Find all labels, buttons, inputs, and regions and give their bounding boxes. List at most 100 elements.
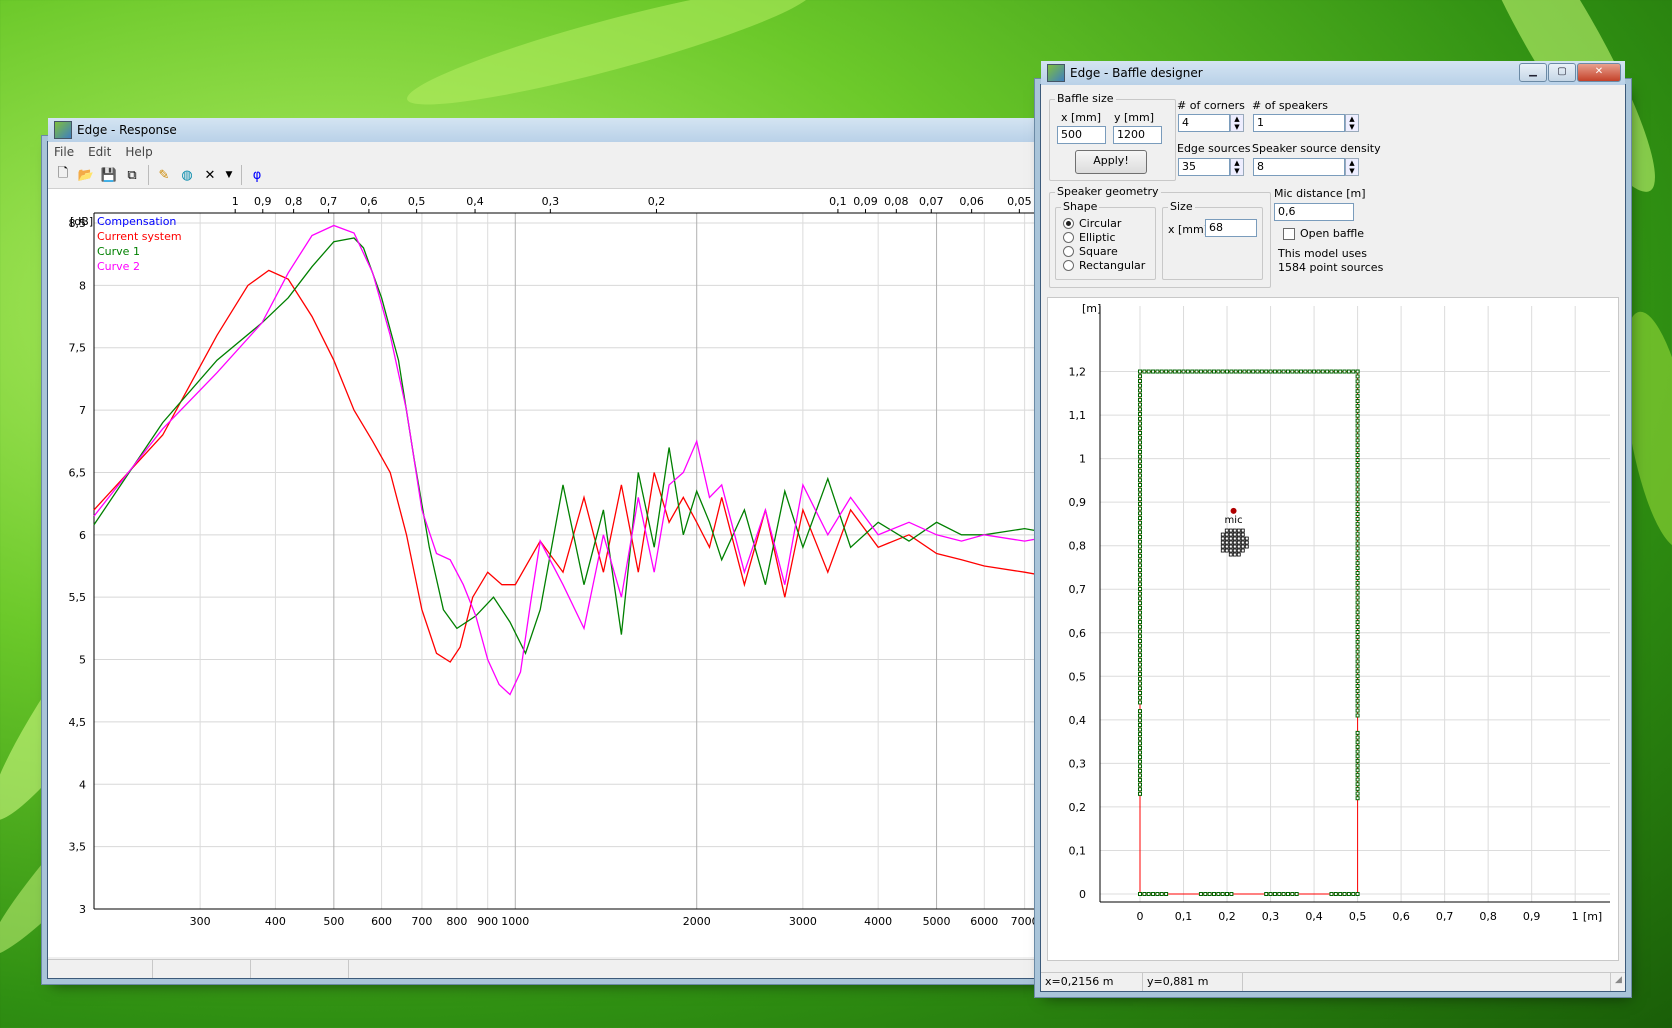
- size-group: Size: [1162, 200, 1263, 280]
- speakers-field[interactable]: 1: [1253, 114, 1345, 132]
- edge-source-point: [1342, 369, 1347, 374]
- edge-source-point: [1355, 620, 1360, 625]
- edge-source-point: [1290, 892, 1295, 896]
- menu-file[interactable]: File: [54, 145, 74, 159]
- edge-source-point: [1294, 369, 1299, 374]
- edge-source-point: [1355, 610, 1360, 615]
- y-tick-label: 8: [79, 279, 86, 292]
- baffle-controls: Baffle size x [mm] y [mm] 500 1200 Apply…: [1041, 85, 1625, 295]
- edge-source-point: [1138, 435, 1142, 440]
- edge-source-point: [1138, 374, 1142, 379]
- save-icon[interactable]: 💾: [98, 164, 120, 186]
- speakers-label: # of speakers: [1252, 99, 1329, 112]
- copy-icon[interactable]: ⧉: [121, 164, 143, 186]
- edge-sources-spinner[interactable]: ▲ ▼: [1230, 158, 1244, 176]
- mic-distance-field[interactable]: 0,6: [1274, 203, 1354, 221]
- size-x-field[interactable]: 68: [1205, 219, 1257, 237]
- caption-buttons: ▁ ▢ ✕: [1518, 63, 1621, 82]
- baffle-y-field[interactable]: 1200: [1113, 126, 1162, 144]
- shape-square-radio[interactable]: [1063, 246, 1074, 257]
- y-tick-label: 1,1: [1069, 409, 1087, 422]
- toolbar-separator: [241, 165, 242, 185]
- new-file-icon[interactable]: 🗋: [52, 164, 74, 186]
- speaker-source-point: [1240, 532, 1245, 537]
- open-baffle-checkbox[interactable]: [1283, 228, 1295, 240]
- edge-source-point: [1138, 643, 1142, 648]
- menu-edit[interactable]: Edit: [88, 145, 111, 159]
- y-tick-label: 0,2: [1069, 801, 1087, 814]
- edge-source-point: [1190, 369, 1195, 374]
- corners-spinner[interactable]: ▲ ▼: [1230, 114, 1244, 132]
- apply-button[interactable]: Apply!: [1075, 150, 1147, 174]
- phase-icon[interactable]: φ: [246, 164, 268, 186]
- x-unit-label: [m]: [1583, 910, 1602, 923]
- open-folder-icon[interactable]: 📂: [75, 164, 97, 186]
- minimize-icon[interactable]: ▁: [1519, 63, 1547, 82]
- model-info-line1: This model uses: [1278, 247, 1367, 260]
- edge-source-point: [1138, 629, 1142, 634]
- edge-source-point: [1138, 620, 1142, 625]
- y-tick-label: 0,1: [1069, 844, 1087, 857]
- edge-source-point: [1138, 530, 1142, 535]
- response-window-title: Edge - Response: [77, 123, 177, 137]
- draw-curve-icon[interactable]: ✎: [153, 164, 175, 186]
- edge-source-point: [1342, 892, 1347, 896]
- edge-source-point: [1138, 492, 1142, 497]
- edge-source-point: [1138, 586, 1142, 591]
- edge-source-point: [1355, 744, 1360, 749]
- shape-elliptic-radio[interactable]: [1063, 232, 1074, 243]
- speaker-source-point: [1232, 540, 1237, 545]
- y-tick-label: 0,7: [1069, 583, 1087, 596]
- edge-source-point: [1355, 477, 1360, 482]
- edge-source-point: [1138, 657, 1142, 662]
- speaker-density-spinner[interactable]: ▲ ▼: [1345, 158, 1359, 176]
- series-line: [93, 224, 1119, 696]
- speaker-source-point: [1224, 544, 1229, 549]
- close-icon[interactable]: ✕: [1577, 63, 1621, 82]
- baffle-x-field[interactable]: 500: [1057, 126, 1106, 144]
- top-axis-tick-label: 0,05: [1007, 195, 1032, 208]
- edge-source-point: [1211, 892, 1216, 896]
- edge-source-point: [1211, 369, 1216, 374]
- edge-source-point: [1159, 369, 1164, 374]
- shape-circular-radio[interactable]: [1063, 218, 1074, 229]
- speaker-sources: [1220, 528, 1249, 557]
- speaker-density-field[interactable]: 8: [1253, 158, 1345, 176]
- maximize-icon[interactable]: ▢: [1548, 63, 1576, 82]
- edge-source-point: [1355, 507, 1360, 512]
- edge-source-point: [1138, 648, 1142, 653]
- dropdown-arrow-icon[interactable]: ▼: [222, 164, 236, 186]
- edge-source-point: [1138, 426, 1142, 431]
- globe-icon[interactable]: ◍: [176, 164, 198, 186]
- edge-source-point: [1307, 369, 1312, 374]
- edge-source-point: [1355, 730, 1360, 735]
- edge-source-point: [1138, 768, 1142, 773]
- resize-grip-icon[interactable]: ◢: [1611, 973, 1625, 991]
- edge-source-point: [1138, 369, 1142, 374]
- baffle-plot-area: 0 0,1 0,2 0,3 0,4 0,5 0,6 0,7 0,8 0,9 1 0 0,1 0,2 0,3 0…: [1047, 297, 1619, 961]
- speaker-source-point: [1228, 552, 1233, 557]
- status-y-coord: y=0,881 m: [1143, 973, 1243, 991]
- y-tick-label: 6: [79, 529, 86, 542]
- delete-icon[interactable]: ✕: [199, 164, 221, 186]
- edge-source-point: [1355, 698, 1360, 703]
- menu-help[interactable]: Help: [125, 145, 152, 159]
- edge-source-point: [1355, 389, 1360, 394]
- response-titlebar[interactable]: Edge - Response: [48, 118, 1128, 142]
- edge-source-point: [1246, 369, 1251, 374]
- shape-rectangular-radio[interactable]: [1063, 260, 1074, 271]
- speakers-spinner[interactable]: ▲ ▼: [1345, 114, 1359, 132]
- x-tick-label: 0: [1137, 910, 1144, 923]
- edge-source-point: [1320, 369, 1325, 374]
- edge-source-point: [1198, 369, 1203, 374]
- corners-field[interactable]: 4: [1178, 114, 1230, 132]
- baffle-size-label: Baffle size: [1055, 92, 1116, 105]
- edge-source-point: [1272, 892, 1277, 896]
- baffle-titlebar[interactable]: Edge - Baffle designer ▁ ▢ ✕: [1041, 61, 1625, 85]
- speaker-source-point: [1244, 544, 1249, 549]
- speaker-source-point: [1224, 528, 1229, 533]
- edge-source-point: [1355, 448, 1360, 453]
- edge-sources-field[interactable]: 35: [1178, 158, 1230, 176]
- edge-source-point: [1355, 575, 1360, 580]
- edge-source-point: [1268, 369, 1273, 374]
